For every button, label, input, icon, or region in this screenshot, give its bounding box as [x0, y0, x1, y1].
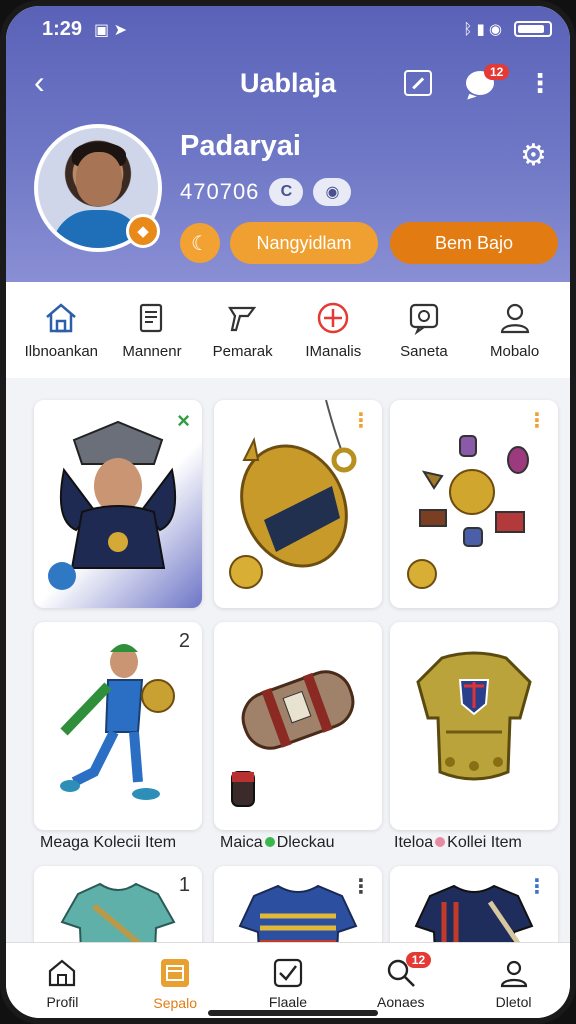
category-item-5[interactable]: Mobalo — [470, 301, 560, 360]
nav-item-dletol[interactable]: Dletol — [469, 958, 559, 1010]
plus-circle-icon — [315, 301, 351, 335]
status-dot-icon — [264, 837, 275, 847]
item-card[interactable] — [390, 622, 558, 830]
nav-item-flaale[interactable]: Flaale — [243, 958, 333, 1010]
visibility-toggle-icon[interactable]: ◉ — [313, 178, 352, 206]
copy-id-button[interactable]: C — [269, 178, 304, 206]
nav-label: Aonaes — [377, 993, 425, 1010]
notification-badge: 12 — [405, 951, 432, 968]
avatar[interactable]: ◆ — [34, 124, 162, 252]
category-label: Saneta — [400, 342, 448, 360]
messages-button[interactable]: 12 — [464, 64, 510, 98]
category-item-1[interactable]: Mannenr — [107, 301, 197, 360]
nav-item-profil[interactable]: Profil — [17, 958, 107, 1010]
phone-frame: 1:29 ▣ ➤ ᛒ ▮ ◉ ‹ Uablaja 12 ⋮ ◆ Padaryai… — [0, 0, 576, 1024]
item-card[interactable]: ⋮ — [390, 400, 558, 608]
person-icon — [500, 960, 527, 987]
messages-badge: 12 — [484, 64, 510, 80]
tag-icon — [225, 301, 261, 335]
more-options-button[interactable]: ⋮ — [524, 68, 556, 98]
item-caption: Maica Dleckau — [220, 834, 335, 851]
more-options-icon[interactable]: ⋮ — [527, 874, 547, 899]
status-bar: 1:29 ▣ ➤ ᛒ ▮ ◉ — [6, 16, 570, 46]
item-count: 2 — [178, 630, 190, 652]
more-options-icon[interactable]: ⋮ — [351, 408, 371, 433]
nav-item-aonaes[interactable]: 12 Aonaes — [356, 951, 446, 1010]
item-card[interactable] — [214, 622, 382, 830]
category-label: Ilbnoankan — [24, 342, 99, 360]
signal-wifi-icons: ᛒ ▮ ◉ — [463, 21, 502, 38]
chat-icon — [406, 301, 442, 335]
person-icon — [497, 301, 533, 335]
profile-header: 1:29 ▣ ➤ ᛒ ▮ ◉ ‹ Uablaja 12 ⋮ ◆ Padaryai… — [6, 6, 570, 282]
wallet-icon — [161, 958, 190, 987]
item-caption: Meaga Kolecii Item — [40, 834, 177, 851]
edit-button[interactable] — [402, 68, 434, 98]
battery-icon — [514, 21, 552, 37]
category-bar: Ilbnoankan Mannenr Pemarak IManalis Sane… — [6, 282, 570, 378]
item-card[interactable]: ⋮ — [214, 400, 382, 608]
item-count: 1 — [178, 874, 190, 896]
category-label: Mannenr — [122, 342, 182, 360]
barrel-scroll-image — [231, 670, 355, 807]
kebab-menu-icon: ⋮ — [527, 68, 553, 98]
status-icons-left: ▣ ➤ — [94, 22, 127, 39]
moon-icon[interactable]: ☾ — [180, 223, 220, 263]
category-label: Mobalo — [490, 342, 540, 360]
edit-icon — [404, 70, 432, 96]
category-item-0[interactable]: Ilbnoankan — [16, 301, 106, 360]
item-card[interactable]: 2 — [34, 622, 202, 830]
item-caption: Iteloa Kollei Item — [394, 834, 522, 851]
profile-actions: ☾ Nangyidlam Bem Bajo — [180, 222, 558, 264]
home-icon — [49, 959, 76, 986]
settings-gear-icon[interactable]: ⚙ — [520, 138, 547, 173]
nav-label: Dletol — [495, 993, 532, 1010]
item-card[interactable]: × — [34, 400, 202, 608]
home-indicator[interactable] — [208, 1010, 378, 1016]
nav-label: Profil — [46, 993, 79, 1010]
secondary-action-button[interactable]: Bem Bajo — [390, 222, 558, 264]
profile-stats: 470706 C ◉ — [180, 178, 352, 206]
nav-label: Flaale — [268, 993, 308, 1010]
profile-id: 470706 — [180, 179, 260, 204]
status-icons-right: ᛒ ▮ ◉ — [463, 20, 552, 38]
profile-name: Padaryai — [180, 130, 301, 162]
primary-action-button[interactable]: Nangyidlam — [230, 222, 378, 264]
home-icon — [43, 301, 79, 335]
category-item-2[interactable]: Pemarak — [198, 301, 288, 360]
running-player-image — [60, 644, 175, 800]
close-icon[interactable]: × — [177, 408, 190, 434]
status-time: 1:29 — [42, 18, 83, 40]
nav-label: Sepalo — [153, 994, 197, 1011]
category-label: Pemarak — [212, 342, 273, 360]
level-badge-icon: ◆ — [126, 214, 160, 248]
status-dot-icon — [435, 837, 446, 847]
more-options-icon[interactable]: ⋮ — [527, 408, 547, 433]
category-item-3[interactable]: IManalis — [288, 301, 378, 360]
nav-item-sepalo[interactable]: Sepalo — [130, 957, 220, 1011]
more-options-icon[interactable]: ⋮ — [351, 874, 371, 899]
document-icon — [134, 301, 170, 335]
golden-armor-image — [416, 651, 532, 781]
category-label: IManalis — [305, 342, 362, 360]
check-box-icon — [273, 958, 303, 987]
top-bar: ‹ Uablaja 12 ⋮ — [6, 62, 570, 106]
category-item-4[interactable]: Saneta — [379, 301, 469, 360]
